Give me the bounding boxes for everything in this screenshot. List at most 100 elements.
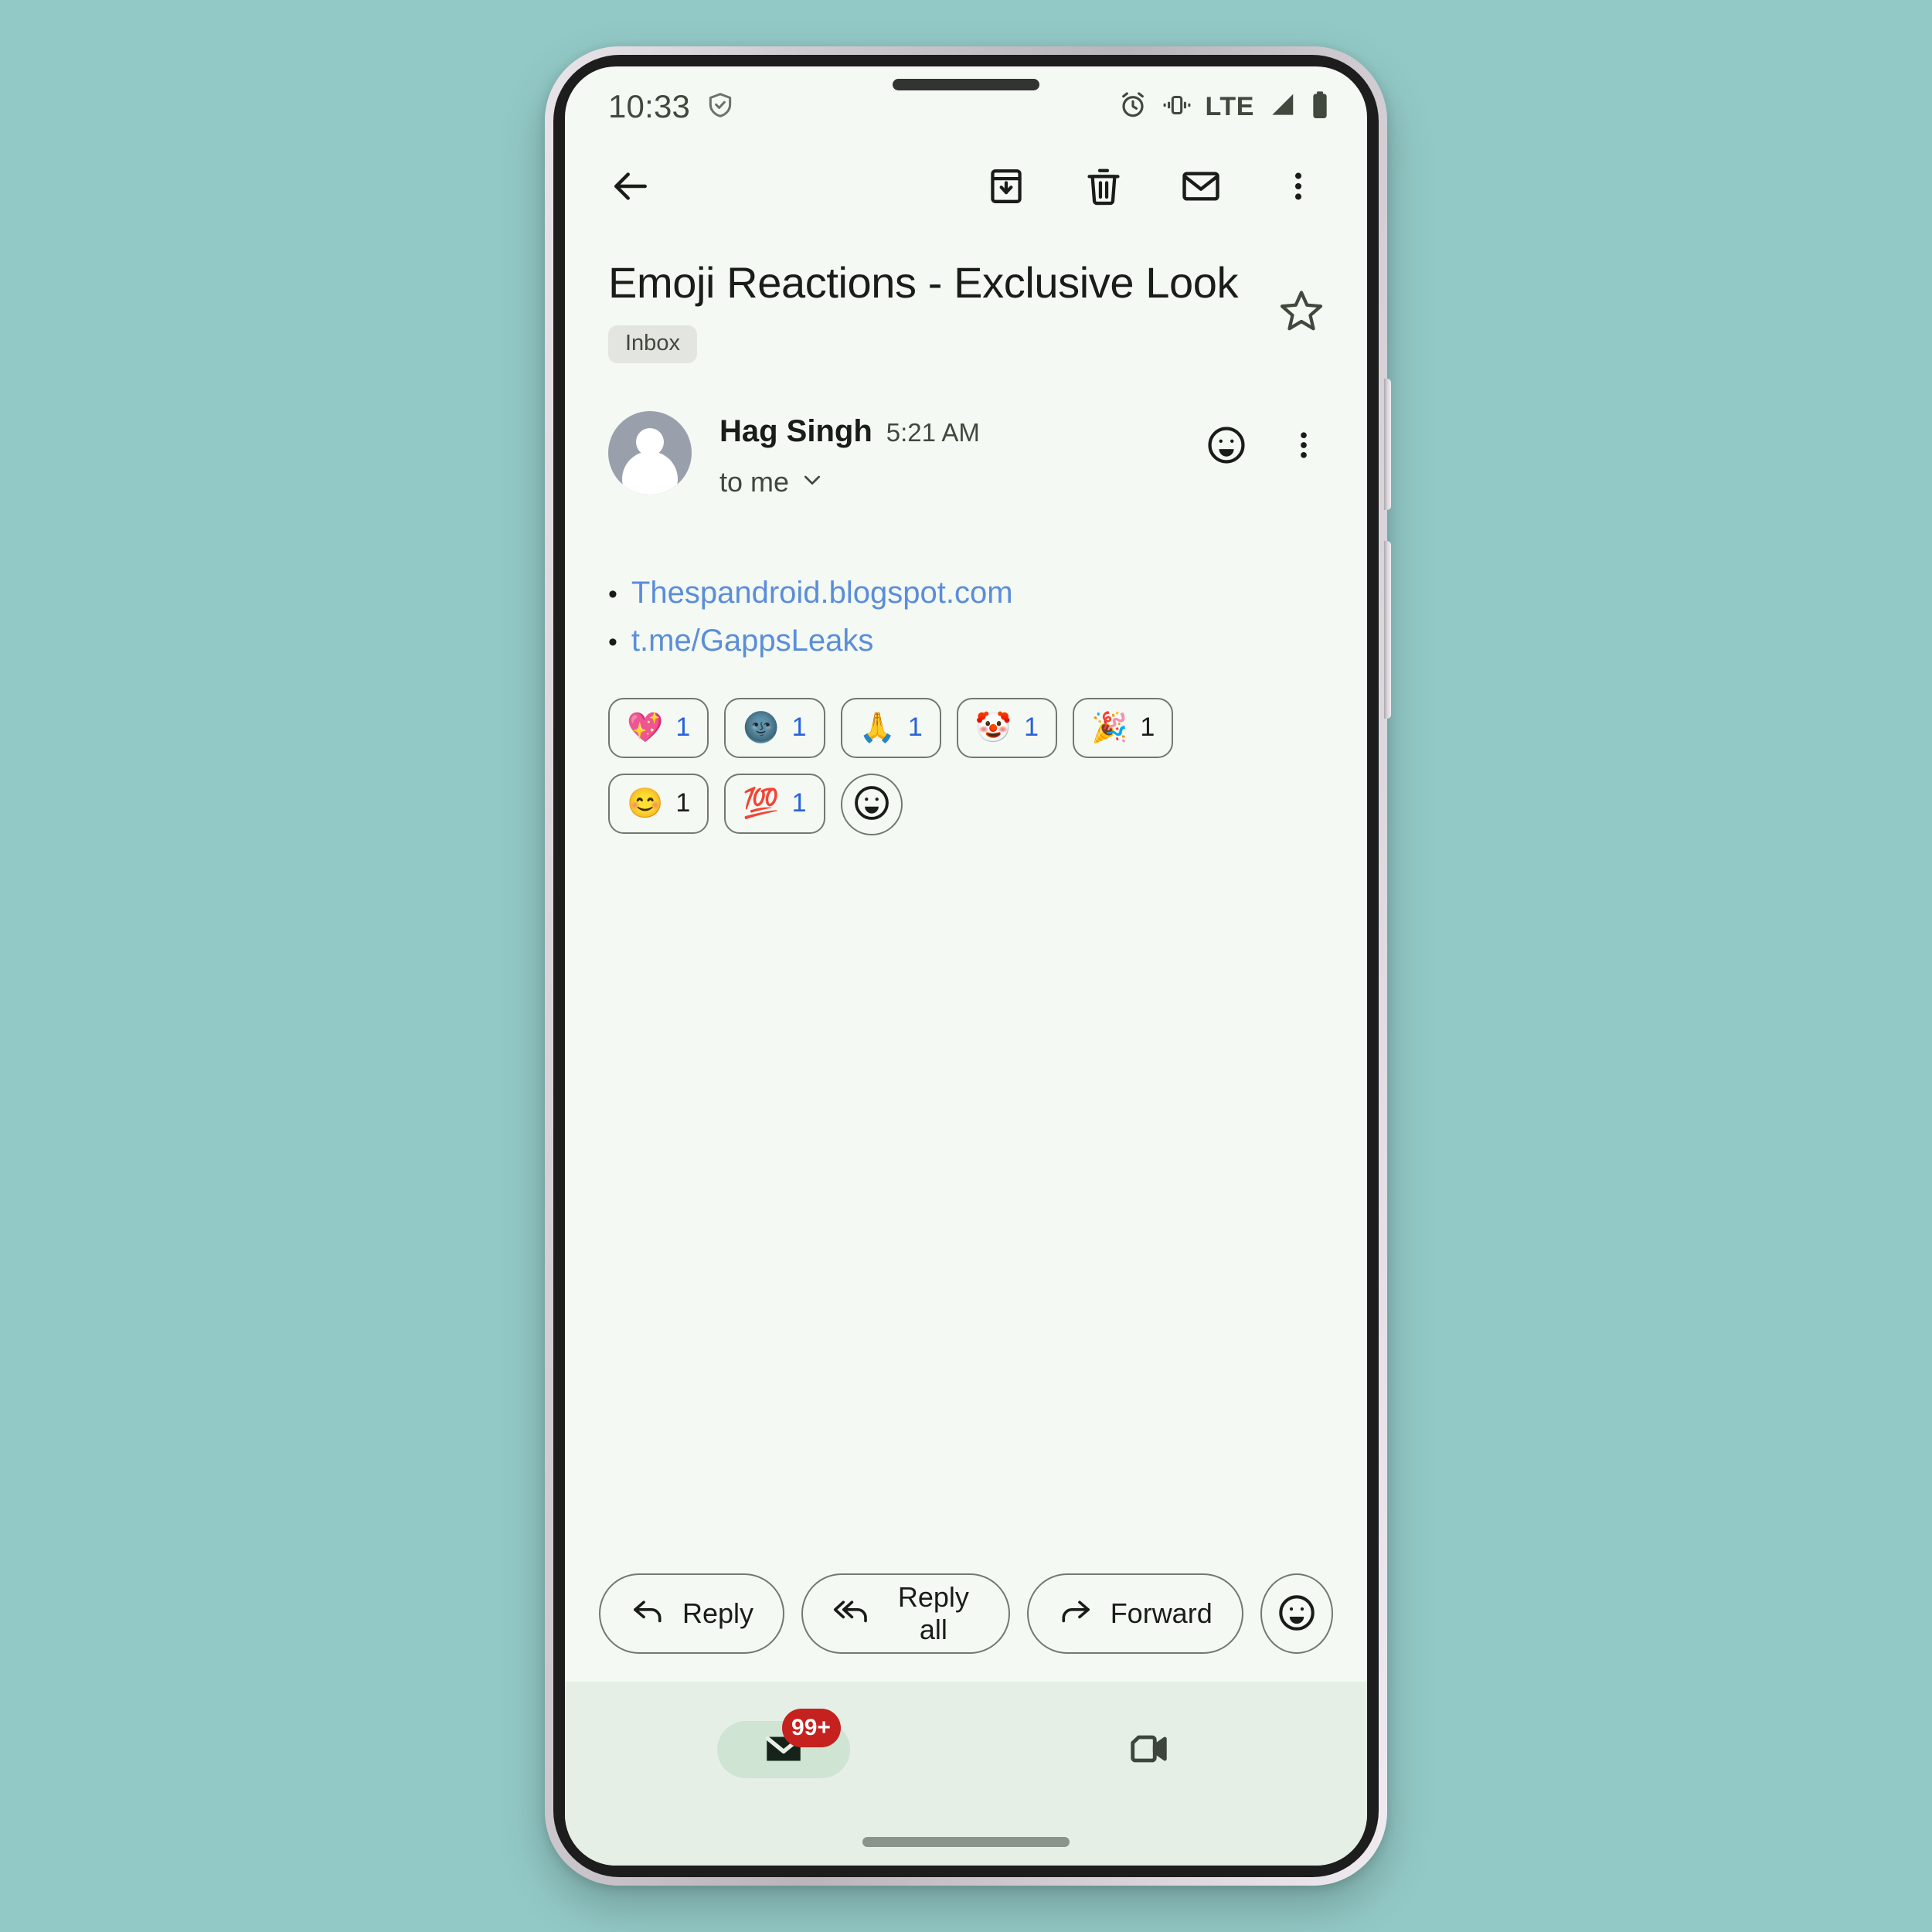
link-list: • Thespandroid.blogspot.com • t.me/Gapps… — [608, 573, 1324, 661]
subject-texts: Emoji Reactions - Exclusive Look Inbox — [608, 258, 1270, 363]
reaction-count: 1 — [791, 713, 807, 743]
star-outline-icon — [1278, 287, 1325, 336]
add-reaction-button[interactable] — [840, 773, 903, 835]
message-actions — [1199, 411, 1332, 474]
volume-button[interactable] — [1384, 541, 1391, 719]
reaction-chip-new-moon-face[interactable]: 🌚 1 — [724, 697, 825, 758]
reply-button[interactable]: Reply — [599, 1573, 785, 1654]
reply-all-arrow-icon — [832, 1593, 871, 1635]
phone-device: 10:33 LTE Emoji Reactions - Exclusive Lo… — [545, 46, 1391, 1886]
delete-button[interactable] — [1075, 158, 1132, 216]
react-button[interactable] — [1199, 419, 1254, 474]
battery-full-icon — [1310, 90, 1330, 124]
reply-all-button[interactable]: Reply all — [801, 1573, 1010, 1654]
forward-arrow-icon — [1058, 1593, 1094, 1635]
reply-all-label: Reply all — [897, 1581, 969, 1645]
list-item: • Thespandroid.blogspot.com — [608, 573, 1324, 613]
earpiece-speaker — [893, 79, 1039, 90]
sidebar-item-mail[interactable]: 99+ — [600, 1709, 966, 1778]
party-popper-icon: 🎉 — [1091, 711, 1128, 744]
avatar[interactable] — [608, 410, 692, 495]
phone-screen: 10:33 LTE Emoji Reactions - Exclusive Lo… — [565, 66, 1367, 1866]
reaction-count: 1 — [675, 713, 691, 743]
message-body: • Thespandroid.blogspot.com • t.me/Gapps… — [565, 498, 1367, 1573]
label-chip-inbox[interactable]: Inbox — [608, 325, 697, 363]
message-action-bar: Reply Reply all Forward — [565, 1573, 1367, 1682]
network-type-label: LTE — [1205, 91, 1254, 121]
bullet-marker: • — [608, 627, 617, 657]
add-reaction-icon — [852, 783, 892, 825]
folded-hands-icon: 🙏 — [859, 711, 896, 744]
page-title: Emoji Reactions - Exclusive Look — [608, 258, 1239, 307]
bullet-marker: • — [608, 579, 617, 609]
alarm-clock-icon — [1117, 90, 1148, 124]
gesture-bar[interactable] — [862, 1836, 1070, 1847]
reaction-chip-hundred-points[interactable]: 💯 1 — [724, 773, 825, 834]
sender-row: Hag Singh 5:21 AM to me — [565, 363, 1367, 498]
recipients-label: to me — [719, 465, 790, 498]
sparkling-heart-icon: 💖 — [627, 711, 664, 744]
reply-label: Reply — [682, 1597, 754, 1629]
reaction-chip-folded-hands[interactable]: 🙏 1 — [840, 697, 941, 758]
status-bar-right: LTE — [1117, 90, 1331, 124]
gesture-area — [565, 1818, 1367, 1866]
vibrate-icon — [1161, 90, 1193, 124]
star-button[interactable] — [1270, 280, 1333, 343]
message-overflow-button[interactable] — [1276, 419, 1332, 474]
forward-button[interactable]: Forward — [1026, 1573, 1243, 1654]
sender-line-primary: Hag Singh 5:21 AM — [719, 414, 1199, 449]
reaction-chip-smiling-face[interactable]: 😊 1 — [608, 773, 709, 834]
back-button[interactable] — [602, 158, 659, 216]
recipients-row[interactable]: to me — [719, 466, 1199, 498]
shield-check-icon — [706, 90, 735, 124]
reaction-chip-clown-face[interactable]: 🤡 1 — [956, 697, 1057, 758]
mark-unread-button[interactable] — [1172, 158, 1230, 216]
reaction-count: 1 — [907, 713, 923, 743]
envelope-icon — [1179, 165, 1223, 210]
more-vertical-icon — [1281, 165, 1316, 209]
message-time: 5:21 AM — [886, 417, 980, 447]
body-link-telegram[interactable]: t.me/GappsLeaks — [631, 621, 874, 661]
reaction-count: 1 — [1140, 713, 1155, 743]
smiling-face-icon: 😊 — [627, 787, 664, 820]
power-button[interactable] — [1384, 379, 1391, 510]
reaction-chip-party-popper[interactable]: 🎉 1 — [1073, 697, 1174, 758]
status-bar: 10:33 LTE — [565, 66, 1367, 138]
toolbar-overflow-button[interactable] — [1270, 158, 1327, 216]
status-time: 10:33 — [608, 88, 691, 124]
chevron-down-icon — [800, 468, 825, 496]
add-emoji-icon — [1276, 1592, 1318, 1636]
reaction-count: 1 — [675, 788, 691, 818]
subject-block: Emoji Reactions - Exclusive Look Inbox — [565, 236, 1367, 363]
new-moon-face-icon: 🌚 — [743, 711, 780, 744]
sender-details: Hag Singh 5:21 AM to me — [692, 411, 1199, 498]
top-toolbar — [565, 138, 1367, 236]
meet-tab-pill — [1083, 1721, 1216, 1778]
list-item: • t.me/GappsLeaks — [608, 621, 1324, 661]
hundred-points-icon: 💯 — [743, 787, 780, 820]
forward-label: Forward — [1110, 1597, 1213, 1629]
signal-bars-icon — [1267, 90, 1298, 124]
archive-button[interactable] — [978, 158, 1035, 216]
more-vertical-icon — [1287, 425, 1321, 468]
back-arrow-icon — [609, 165, 652, 210]
reaction-chip-list: 💖 1 🌚 1 🙏 1 🤡 1 🎉 1 😊 1 💯 1 — [608, 697, 1288, 835]
sidebar-item-meet[interactable] — [966, 1721, 1332, 1778]
add-emoji-icon — [1205, 423, 1248, 469]
mail-unread-badge: 99+ — [781, 1709, 841, 1747]
mail-tab-pill: 99+ — [716, 1709, 850, 1778]
reaction-count: 1 — [791, 788, 807, 818]
toolbar-actions — [978, 158, 1333, 216]
quick-react-button[interactable] — [1260, 1573, 1333, 1654]
reply-arrow-icon — [630, 1593, 665, 1635]
reaction-count: 1 — [1024, 713, 1039, 743]
reaction-chip-sparkling-heart[interactable]: 💖 1 — [608, 697, 709, 758]
sender-name: Hag Singh — [719, 413, 872, 448]
clown-face-icon: 🤡 — [975, 711, 1012, 744]
video-camera-icon — [1127, 1726, 1172, 1774]
status-bar-left: 10:33 — [608, 88, 735, 125]
archive-icon — [985, 165, 1027, 209]
body-link-blogspot[interactable]: Thespandroid.blogspot.com — [631, 573, 1013, 613]
trash-icon — [1083, 165, 1124, 209]
bottom-navigation: 99+ — [565, 1682, 1367, 1818]
